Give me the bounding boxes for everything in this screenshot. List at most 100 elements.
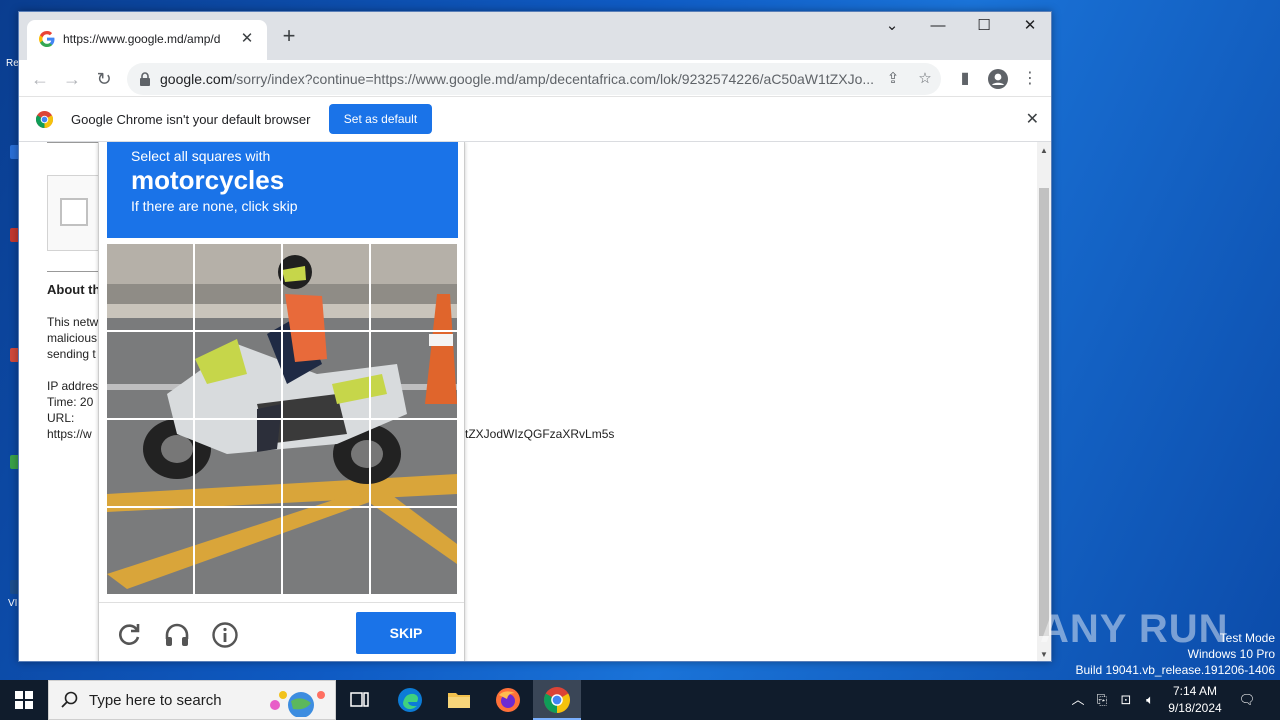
search-highlight-icon <box>270 691 325 717</box>
toolbar: ← → ↻ google.com/sorry/index?continue=ht… <box>19 60 1051 97</box>
chrome-icon <box>544 687 570 713</box>
scroll-up-icon[interactable]: ▲ <box>1040 146 1048 155</box>
notifications-icon[interactable]: 🗨︎ <box>1236 680 1258 720</box>
tile-r1-c3[interactable] <box>283 244 369 330</box>
build-line: Build 19041.vb_release.191206-1406 <box>1075 663 1276 677</box>
page-content: About th This netw malicious sending t I… <box>19 142 1037 661</box>
tile-r3-c1[interactable] <box>107 420 193 506</box>
star-icon[interactable]: ☆ <box>915 69 935 89</box>
profile-icon[interactable] <box>985 66 1011 92</box>
edge-taskbar-button[interactable] <box>386 680 434 720</box>
desktop-icon-recycle[interactable]: Re <box>0 58 19 88</box>
tab-active[interactable]: https://www.google.md/amp/d ✕ <box>27 20 267 60</box>
recaptcha-box <box>47 175 101 251</box>
edge-icon <box>398 688 422 712</box>
tile-r2-c4[interactable] <box>371 332 457 418</box>
search-icon <box>61 691 78 708</box>
desktop-icon-1[interactable] <box>0 145 20 175</box>
tile-r2-c3[interactable] <box>283 332 369 418</box>
device-icon[interactable]: ⎘ <box>1092 680 1112 720</box>
taskbar-clock[interactable]: 7:14 AM 9/18/2024 <box>1160 683 1230 717</box>
network-icon[interactable]: ⊡ <box>1116 680 1136 720</box>
maximize-button[interactable]: ☐ <box>961 12 1007 42</box>
tile-r1-c4[interactable] <box>371 244 457 330</box>
challenge-hint: If there are none, click skip <box>131 198 298 214</box>
desktop-icon-5[interactable]: VI <box>0 580 20 610</box>
tile-r3-c2[interactable] <box>195 420 281 506</box>
divider <box>47 271 99 272</box>
scroll-thumb[interactable] <box>1039 188 1049 636</box>
tile-r1-c1[interactable] <box>107 244 193 330</box>
recaptcha-challenge: Select all squares with motorcycles If t… <box>98 142 465 661</box>
url-path: /sorry/index?continue=https://www.google… <box>232 71 875 87</box>
side-panel-icon[interactable]: ▮ <box>952 66 978 92</box>
tab-search-icon[interactable]: ⌄ <box>869 12 915 42</box>
challenge-instruction: Select all squares with <box>131 148 271 164</box>
forward-button[interactable]: → <box>59 66 85 92</box>
reload-button[interactable]: ↻ <box>91 66 117 92</box>
tile-r2-c2[interactable] <box>195 332 281 418</box>
chrome-taskbar-button[interactable] <box>533 680 581 720</box>
url-text: google.com/sorry/index?continue=https://… <box>160 71 880 87</box>
start-button[interactable] <box>0 680 48 720</box>
tile-r2-c1[interactable] <box>107 332 193 418</box>
tile-r3-c3[interactable] <box>283 420 369 506</box>
volume-icon[interactable]: 🔈︎ <box>1140 680 1160 720</box>
url-label: URL: <box>47 411 75 425</box>
share-icon[interactable]: ⇪ <box>883 69 903 89</box>
time-label: Time: 20 <box>47 395 94 409</box>
firefox-icon <box>496 688 520 712</box>
desktop-icon-4[interactable] <box>0 455 20 485</box>
google-g-icon <box>39 31 55 47</box>
lock-icon <box>140 72 150 86</box>
info-icon[interactable] <box>211 621 239 649</box>
clock-date: 9/18/2024 <box>1168 701 1222 715</box>
audio-icon[interactable] <box>163 621 191 649</box>
about-heading: About th <box>47 282 101 297</box>
set-default-button[interactable]: Set as default <box>329 104 432 134</box>
divider <box>47 142 99 143</box>
challenge-footer: SKIP <box>99 602 464 661</box>
tile-r1-c2[interactable] <box>195 244 281 330</box>
about-text-1: This netw <box>47 315 99 329</box>
task-view-button[interactable] <box>336 680 384 720</box>
task-view-icon <box>350 692 369 707</box>
desktop-icon-3[interactable] <box>0 348 20 378</box>
challenge-header: Select all squares with motorcycles If t… <box>107 142 458 238</box>
taskbar: Type here to search ︿ ⎘ ⊡ 🔈︎ 7:14 AM 9/1… <box>0 680 1280 720</box>
search-placeholder: Type here to search <box>89 692 222 709</box>
about-text-2: malicious <box>47 331 98 345</box>
about-text-3: sending t <box>47 347 96 361</box>
url-host: google.com <box>160 71 233 87</box>
back-button[interactable]: ← <box>27 66 53 92</box>
minimize-button[interactable]: — <box>915 12 961 42</box>
challenge-image-grid <box>107 244 457 594</box>
skip-button[interactable]: SKIP <box>356 612 456 654</box>
infobar-close-icon[interactable]: ✕ <box>1026 109 1039 129</box>
tile-r3-c4[interactable] <box>371 420 457 506</box>
ip-address: IP addres <box>47 379 99 393</box>
tray-overflow-icon[interactable]: ︿ <box>1068 680 1088 720</box>
page-scrollbar[interactable]: ▲ ▼ <box>1037 142 1051 661</box>
tab-close-icon[interactable]: ✕ <box>237 29 257 49</box>
tile-r4-c1[interactable] <box>107 508 193 594</box>
reload-icon[interactable] <box>115 621 143 649</box>
recaptcha-checkbox[interactable] <box>60 198 88 226</box>
chrome-icon <box>36 111 53 128</box>
address-bar[interactable]: google.com/sorry/index?continue=https://… <box>127 63 941 95</box>
close-window-button[interactable]: ✕ <box>1007 12 1051 42</box>
edition-line: Windows 10 Pro <box>1187 647 1275 661</box>
new-tab-button[interactable]: + <box>277 25 301 49</box>
tile-r4-c4[interactable] <box>371 508 457 594</box>
tile-r4-c2[interactable] <box>195 508 281 594</box>
tab-title: https://www.google.md/amp/d <box>63 32 221 46</box>
firefox-taskbar-button[interactable] <box>484 680 532 720</box>
file-explorer-taskbar-button[interactable] <box>435 680 483 720</box>
folder-icon <box>448 693 470 708</box>
menu-icon[interactable]: ⋮ <box>1017 66 1043 92</box>
taskbar-search[interactable]: Type here to search <box>48 680 336 720</box>
desktop-icon-2[interactable] <box>0 228 20 258</box>
tile-r4-c3[interactable] <box>283 508 369 594</box>
url-value-end: tZXJodWIzQGFzaXRvLm5s <box>465 427 615 441</box>
test-mode-line: Test Mode <box>1219 631 1275 645</box>
